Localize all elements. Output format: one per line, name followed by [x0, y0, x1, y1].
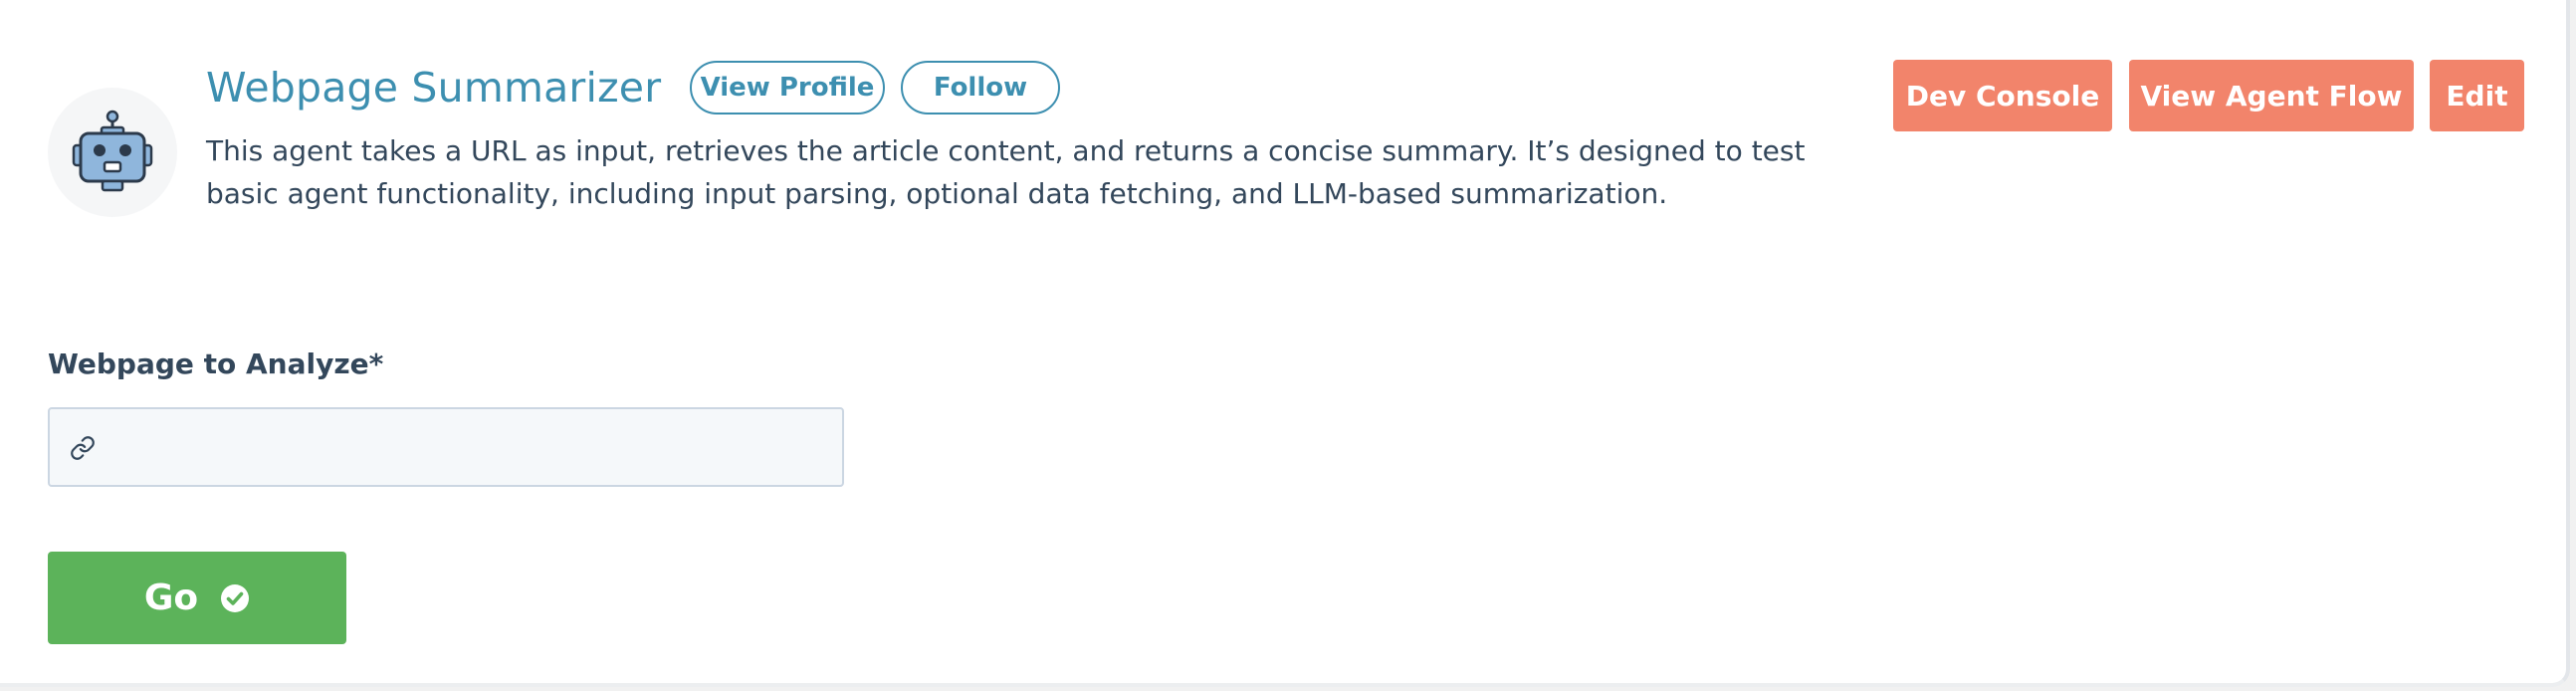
check-circle-icon	[221, 583, 250, 612]
robot-icon	[72, 110, 153, 192]
agent-description: This agent takes a URL as input, retriev…	[206, 134, 1806, 210]
go-button[interactable]: Go	[48, 552, 346, 644]
webpage-input-wrapper[interactable]	[48, 407, 844, 487]
webpage-field-label: Webpage to Analyze*	[48, 347, 384, 380]
follow-button[interactable]: Follow	[901, 61, 1060, 115]
agent-title: Webpage Summarizer	[206, 64, 662, 112]
view-agent-flow-button[interactable]: View Agent Flow	[2129, 60, 2414, 131]
link-icon	[71, 436, 95, 460]
go-button-label: Go	[143, 577, 199, 618]
agent-card: Webpage Summarizer View Profile Follow T…	[0, 0, 2570, 687]
view-profile-button[interactable]: View Profile	[690, 61, 885, 115]
webpage-url-input[interactable]	[115, 409, 832, 485]
dev-console-button[interactable]: Dev Console	[1893, 60, 2112, 131]
agent-avatar	[48, 88, 177, 217]
edit-button[interactable]: Edit	[2430, 60, 2524, 131]
